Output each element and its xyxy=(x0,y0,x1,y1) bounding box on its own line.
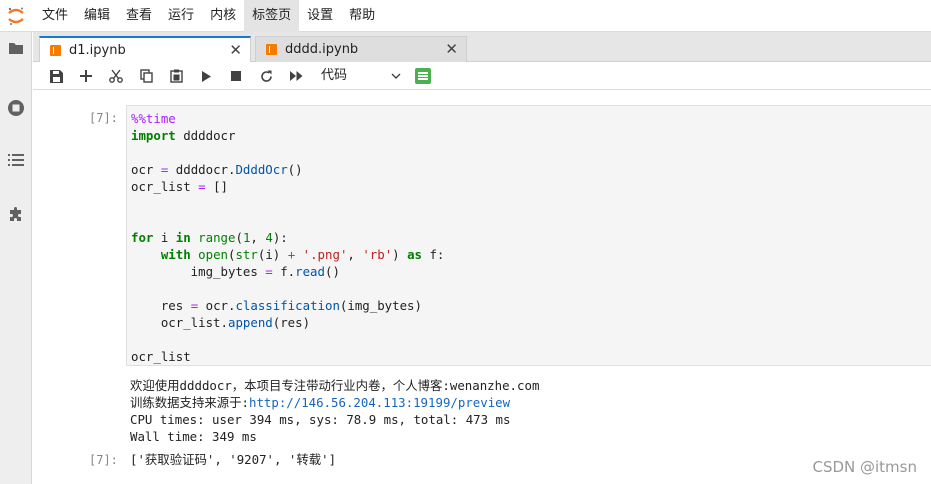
watermark: CSDN @itmsn xyxy=(812,458,917,476)
paste-icon[interactable] xyxy=(167,67,185,85)
menubar: 文件 编辑 查看 运行 内核 标签页 设置 帮助 xyxy=(0,0,931,32)
code-line: img_bytes = f.read() xyxy=(131,264,340,279)
code-line: ocr_list = [] xyxy=(131,179,228,194)
stop-icon[interactable] xyxy=(227,67,245,85)
add-cell-icon[interactable] xyxy=(77,67,95,85)
stdout-line: 欢迎使用ddddocr，本项目专注带动行业内卷，个人博客:wenanzhe.co… xyxy=(130,378,540,393)
left-sidebar xyxy=(0,32,32,484)
cut-icon[interactable] xyxy=(107,67,125,85)
menu-tabs[interactable]: 标签页 xyxy=(244,0,300,32)
cell-type-select[interactable]: 代码 xyxy=(321,66,401,86)
stdout-line: CPU times: user 394 ms, sys: 78.9 ms, to… xyxy=(130,412,511,427)
menu-view[interactable]: 查看 xyxy=(118,0,160,32)
tab-label: d1.ipynb xyxy=(69,43,126,58)
restart-icon[interactable] xyxy=(257,67,275,85)
save-icon[interactable] xyxy=(47,67,65,85)
code-line: with open(str(i) + '.png', 'rb') as f: xyxy=(160,247,445,262)
output-prompt: [7]: xyxy=(89,453,118,467)
code-cell-input[interactable]: %%time import ddddocr ocr = ddddocr.Dddd… xyxy=(126,105,931,366)
code-line: res = ocr.classification(img_bytes) xyxy=(131,298,422,313)
notebook-icon xyxy=(266,44,277,55)
code-line: ocr_list.append(res) xyxy=(131,315,311,330)
menu-run[interactable]: 运行 xyxy=(160,0,202,32)
cell-result: ['获取验证码', '9207', '转载'] xyxy=(130,452,337,467)
notebook-icon xyxy=(50,45,61,56)
code-line: for i in range(1, 4): xyxy=(131,230,288,245)
cell-stdout: 欢迎使用ddddocr，本项目专注带动行业内卷，个人博客:wenanzhe.co… xyxy=(130,377,539,445)
folder-icon[interactable] xyxy=(6,38,26,58)
run-icon[interactable] xyxy=(197,67,215,85)
notebook-toolbar: 代码 xyxy=(33,62,931,90)
cell-type-value: 代码 xyxy=(321,68,348,83)
menu-edit[interactable]: 编辑 xyxy=(76,0,118,32)
table-of-contents-icon[interactable] xyxy=(6,150,26,170)
stdout-line: 训练数据支持来源于: xyxy=(130,395,249,410)
jupyter-logo-icon xyxy=(0,0,32,32)
stdout-line: Wall time: 349 ms xyxy=(130,429,257,444)
fast-forward-icon[interactable] xyxy=(287,67,305,85)
code-line: ocr_list xyxy=(131,349,191,364)
code-line: ocr = ddddocr.DdddOcr() xyxy=(131,162,303,177)
extensions-puzzle-icon[interactable] xyxy=(6,204,26,224)
code-line: import ddddocr xyxy=(131,128,236,143)
close-icon[interactable]: ✕ xyxy=(445,41,458,57)
preview-link[interactable]: http://146.56.204.113:19199/preview xyxy=(249,395,510,410)
close-icon[interactable]: ✕ xyxy=(229,42,242,58)
tab-label: dddd.ipynb xyxy=(285,42,359,57)
running-kernels-icon[interactable] xyxy=(6,98,26,118)
menu-settings[interactable]: 设置 xyxy=(299,0,341,32)
menu-file[interactable]: 文件 xyxy=(34,0,76,32)
tab-dddd-ipynb[interactable]: dddd.ipynb ✕ xyxy=(255,36,467,62)
property-inspector-icon[interactable] xyxy=(415,68,431,84)
input-prompt: [7]: xyxy=(89,111,118,125)
code-line: %%time xyxy=(131,111,176,126)
chevron-down-icon xyxy=(391,66,401,93)
copy-icon[interactable] xyxy=(137,67,155,85)
tab-d1-ipynb[interactable]: d1.ipynb ✕ xyxy=(39,36,251,63)
tab-strip: d1.ipynb ✕ dddd.ipynb ✕ xyxy=(33,32,931,63)
code-editor[interactable]: %%time import ddddocr ocr = ddddocr.Dddd… xyxy=(131,110,444,365)
menu-kernel[interactable]: 内核 xyxy=(202,0,244,32)
menu-help[interactable]: 帮助 xyxy=(341,0,383,32)
notebook-panel: [7]: %%time import ddddocr ocr = ddddocr… xyxy=(33,91,931,484)
